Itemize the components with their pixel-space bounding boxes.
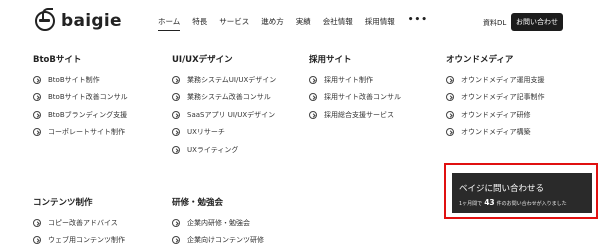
menu-item[interactable]: コピー改善アドバイス [33, 218, 125, 227]
arrow-circle-icon [172, 93, 180, 101]
cta-sub-suffix: 件のお問い合わせが入りました [496, 201, 567, 207]
menu-item-label: 企業向けコンテンツ研修 [187, 236, 264, 244]
menu-item-label: オウンドメディア運用支援 [461, 75, 545, 84]
menu-item-label: 業務システム改善コンサル [187, 93, 271, 101]
arrow-circle-icon [33, 128, 41, 136]
menu-item[interactable]: SaaSアプリ UI/UXデザイン [172, 110, 276, 119]
menu-item-label: コピー改善アドバイス [48, 218, 118, 227]
column-title: 採用サイト [309, 55, 352, 65]
column-title: コンテンツ制作 [33, 198, 93, 208]
menu-item-label: 業務システムUI/UXデザイン [187, 75, 277, 84]
arrow-circle-icon [446, 110, 454, 119]
menu-item-label: 採用サイト改善コンサル [324, 93, 401, 101]
menu-item-label: BtoBブランディング支援 [48, 110, 128, 119]
menu-item-label: 採用総合支援サービス [324, 110, 394, 119]
arrow-circle-icon [309, 110, 317, 119]
menu-item[interactable]: オウンドメディア記事制作 [446, 93, 545, 102]
nav-item-recruit[interactable]: 採用情報 [365, 16, 395, 27]
menu-item[interactable]: コーポレートサイト制作 [33, 128, 128, 137]
menu-item[interactable]: BtoBサイト制作 [33, 75, 128, 84]
column-title: 研修・勉強会 [172, 198, 224, 208]
nav-item-home[interactable]: ホーム [158, 16, 181, 31]
contact-button[interactable]: お問い合わせ [511, 13, 563, 31]
document-download-link[interactable]: 資料DL [483, 18, 506, 28]
menu-item[interactable]: 採用サイト改善コンサル [309, 93, 401, 102]
main-nav: ホーム 特長 サービス 進め方 実績 会社情報 採用情報 ••• [158, 15, 428, 31]
arrow-circle-icon [33, 75, 41, 84]
menu-item[interactable]: オウンドメディア運用支援 [446, 75, 545, 84]
menu-item[interactable]: UXリサーチ [172, 128, 276, 137]
arrow-circle-icon [172, 145, 180, 154]
arrow-circle-icon [33, 218, 41, 227]
menu-item-label: ウェブ用コンテンツ制作 [48, 236, 125, 244]
menu-column-recruit-site: 採用サイト 採用サイト制作 採用サイト改善コンサル 採用総合支援サービス [309, 53, 401, 128]
menu-item[interactable]: 企業向けコンテンツ研修 [172, 236, 264, 245]
menu-item[interactable]: 業務システム改善コンサル [172, 93, 276, 102]
nav-item-services[interactable]: サービス [219, 16, 249, 27]
menu-item[interactable]: 企業内研修・勉強会 [172, 218, 264, 227]
baigie-logo-icon [35, 8, 55, 31]
arrow-circle-icon [446, 75, 454, 84]
logo-text: baigie [61, 11, 122, 31]
menu-item-label: SaaSアプリ UI/UXデザイン [187, 110, 276, 119]
site-header: baigie ホーム 特長 サービス 進め方 実績 会社情報 採用情報 ••• … [0, 0, 600, 44]
more-icon[interactable]: ••• [408, 15, 428, 25]
nav-item-features[interactable]: 特長 [192, 16, 207, 27]
arrow-circle-icon [172, 128, 180, 136]
column-title: BtoBサイト [33, 55, 82, 65]
menu-item-label: オウンドメディア構築 [461, 128, 531, 136]
menu-column-uiux: UI/UXデザイン 業務システムUI/UXデザイン 業務システム改善コンサル S… [172, 53, 276, 163]
menu-item-label: BtoBサイト改善コンサル [48, 93, 128, 101]
menu-column-content: コンテンツ制作 コピー改善アドバイス ウェブ用コンテンツ制作 [33, 196, 125, 249]
nav-item-works[interactable]: 実績 [296, 16, 311, 27]
menu-item-label: 企業内研修・勉強会 [187, 218, 250, 227]
nav-item-process[interactable]: 進め方 [261, 16, 284, 27]
arrow-circle-icon [309, 93, 317, 101]
arrow-circle-icon [172, 75, 180, 84]
menu-item[interactable]: 採用サイト制作 [309, 75, 401, 84]
menu-item-label: 採用サイト制作 [324, 75, 373, 84]
cta-inquiry-count: 43 [484, 198, 495, 207]
menu-item[interactable]: 採用総合支援サービス [309, 110, 401, 119]
column-title: オウンドメディア [446, 55, 514, 65]
menu-item-label: UXライティング [187, 145, 239, 154]
logo[interactable]: baigie [35, 8, 122, 31]
contact-cta-banner[interactable]: ベイジに問い合わせる 1ヶ月間で 43 件のお問い合わせが入りました [452, 173, 592, 213]
arrow-circle-icon [33, 93, 41, 101]
menu-item-label: BtoBサイト制作 [48, 75, 100, 84]
menu-item[interactable]: オウンドメディア構築 [446, 128, 545, 137]
menu-item-label: コーポレートサイト制作 [48, 128, 125, 136]
menu-item[interactable]: ウェブ用コンテンツ制作 [33, 236, 125, 245]
arrow-circle-icon [33, 236, 41, 244]
menu-item-label: オウンドメディア記事制作 [461, 93, 545, 101]
menu-item[interactable]: UXライティング [172, 145, 276, 154]
arrow-circle-icon [172, 236, 180, 244]
menu-item[interactable]: BtoBブランディング支援 [33, 110, 128, 119]
arrow-circle-icon [446, 128, 454, 136]
menu-item-label: UXリサーチ [187, 128, 225, 136]
menu-item[interactable]: 業務システムUI/UXデザイン [172, 75, 276, 84]
cta-subtitle: 1ヶ月間で 43 件のお問い合わせが入りました [459, 198, 592, 207]
menu-item[interactable]: オウンドメディア研修 [446, 110, 545, 119]
arrow-circle-icon [33, 110, 41, 119]
menu-item-label: オウンドメディア研修 [461, 110, 531, 119]
arrow-circle-icon [172, 218, 180, 227]
arrow-circle-icon [172, 110, 180, 119]
menu-column-owned-media: オウンドメディア オウンドメディア運用支援 オウンドメディア記事制作 オウンドメ… [446, 53, 545, 145]
menu-column-training: 研修・勉強会 企業内研修・勉強会 企業向けコンテンツ研修 [172, 196, 264, 249]
cta-title: ベイジに問い合わせる [459, 184, 545, 194]
nav-item-company[interactable]: 会社情報 [323, 16, 353, 27]
column-title: UI/UXデザイン [172, 55, 233, 65]
arrow-circle-icon [446, 93, 454, 101]
arrow-circle-icon [309, 75, 317, 84]
menu-item[interactable]: BtoBサイト改善コンサル [33, 93, 128, 102]
cta-sub-prefix: 1ヶ月間で [459, 201, 483, 207]
menu-column-btob: BtoBサイト BtoBサイト制作 BtoBサイト改善コンサル BtoBブランデ… [33, 53, 128, 145]
